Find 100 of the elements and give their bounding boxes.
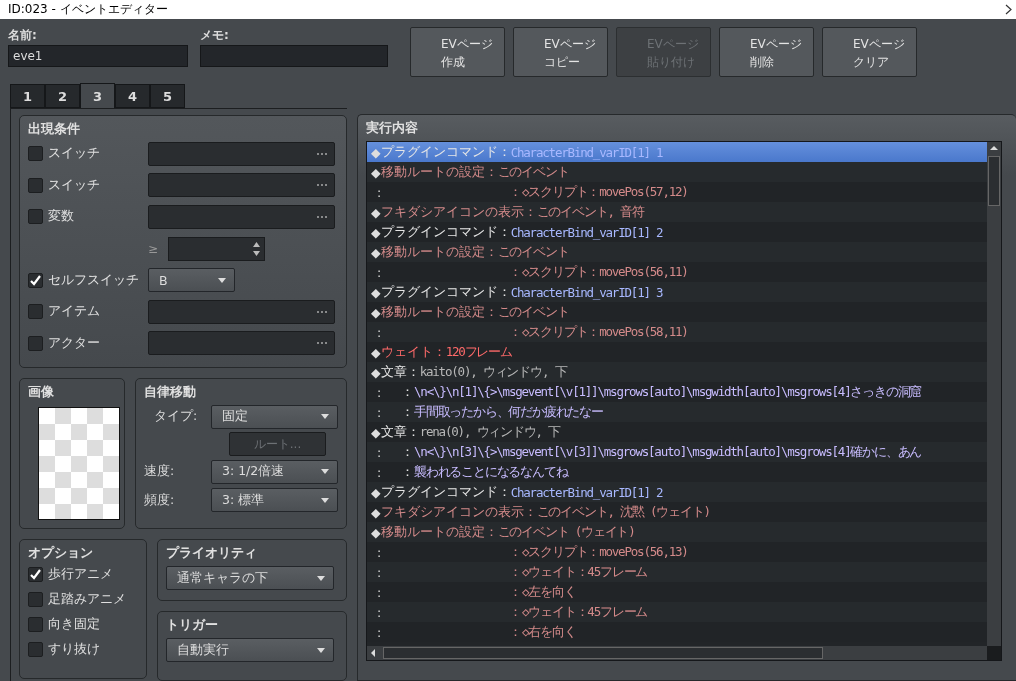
- tab[interactable]: 5: [150, 84, 185, 108]
- page-button[interactable]: EVページ 削除: [719, 27, 814, 77]
- command-row[interactable]: ◆移動ルートの設定：このイベント: [367, 242, 987, 262]
- row-marker: ◆: [371, 224, 381, 240]
- checkbox[interactable]: [28, 304, 43, 320]
- row-marker: :: [376, 444, 383, 460]
- picker-field[interactable]: [148, 141, 335, 166]
- ellipsis-icon: [316, 341, 328, 346]
- dropdown[interactable]: B: [148, 268, 235, 293]
- checkbox[interactable]: [28, 146, 43, 162]
- command-label: ：: [401, 463, 414, 481]
- field-label: 速度:: [144, 463, 175, 480]
- scrollbar-thumb[interactable]: [383, 647, 823, 659]
- group-title: オプション: [28, 544, 94, 562]
- page-button[interactable]: EVページ コピー: [513, 27, 608, 77]
- horizontal-scrollbar[interactable]: [367, 646, 987, 660]
- picker-field[interactable]: [148, 173, 335, 198]
- picker-field[interactable]: [148, 331, 335, 356]
- row-marker: :: [376, 464, 383, 480]
- checkbox[interactable]: [28, 567, 43, 582]
- number-field[interactable]: [168, 236, 266, 261]
- command-label: フキダシアイコンの表示：: [380, 203, 537, 221]
- command-row[interactable]: : ：手間取ったから、何だか疲れたなー: [367, 402, 987, 422]
- command-label: ：: [401, 383, 414, 401]
- command-value: ◇スクリプト：movePos(56,11): [522, 263, 688, 281]
- command-value: ◇スクリプト：movePos(57,12): [522, 183, 688, 201]
- command-row[interactable]: : ：◇ウェイト：45フレーム: [367, 602, 987, 622]
- row-marker: :: [376, 384, 383, 400]
- row-marker: ◆: [371, 164, 381, 180]
- command-label: フキダシアイコンの表示：: [380, 503, 537, 521]
- picker-field[interactable]: [148, 299, 335, 324]
- command-value: このイベント: [497, 163, 569, 181]
- row-marker: ◆: [371, 364, 381, 380]
- row-marker: :: [376, 604, 383, 620]
- image-slot[interactable]: [38, 407, 120, 520]
- dropdown[interactable]: 自動実行: [166, 638, 334, 662]
- row-marker: ◆: [371, 244, 381, 260]
- dropdown[interactable]: 固定: [211, 404, 338, 429]
- name-field[interactable]: eve1: [8, 45, 188, 67]
- command-value: CharacterBind_varID[1] 3: [510, 284, 663, 300]
- command-value: このイベント: [497, 303, 569, 321]
- command-label: ：: [509, 623, 522, 641]
- command-row[interactable]: ◆プラグインコマンド：CharacterBind_varID[1] 3: [367, 282, 987, 302]
- command-value: ◇スクリプト：movePos(58,11): [522, 323, 688, 341]
- checkbox[interactable]: [28, 642, 43, 657]
- row-marker: ◆: [371, 484, 381, 500]
- command-row[interactable]: ◆文章：kaito(0), ウィンドウ, 下: [367, 362, 987, 382]
- checkbox[interactable]: [28, 272, 43, 288]
- row-marker: ◆: [371, 344, 381, 360]
- command-row[interactable]: : ：◇スクリプト：movePos(58,11): [367, 322, 987, 342]
- checkbox-label: 足踏みアニメ: [48, 591, 126, 608]
- ellipsis-icon: [316, 183, 328, 188]
- checkbox[interactable]: [28, 335, 43, 351]
- memo-field[interactable]: [200, 45, 388, 67]
- ellipsis-icon: [316, 214, 328, 219]
- command-row[interactable]: : ：\n<\}\n[3]\{>\msgevent[\v[3]]\msgrows[auto]\msgwidth[auto]\msgrows[4]確かに、あん: [367, 442, 987, 462]
- tab[interactable]: 2: [45, 84, 80, 108]
- command-row[interactable]: : ：◇ウェイト：45フレーム: [367, 562, 987, 582]
- row-marker: ◆: [371, 204, 381, 220]
- command-label: 移動ルートの設定：: [380, 163, 498, 181]
- group-title: 自律移動: [144, 383, 197, 401]
- field-label: 名前:: [8, 27, 38, 43]
- command-value: このイベント (ウェイト): [497, 523, 635, 541]
- row-marker: :: [376, 564, 383, 580]
- field-label: タイプ:: [154, 408, 198, 425]
- command-row[interactable]: ◆移動ルートの設定：このイベント (ウェイト): [367, 522, 987, 542]
- command-label: プラグインコマンド：: [380, 283, 511, 301]
- command-value: \n<\}\n[1]\{>\msgevent[\v[1]]\msgrows[auto]\msgwidth[auto]\msgrows[4]さっきの洞窟: [414, 383, 922, 401]
- dropdown[interactable]: 3: 1/2倍速: [211, 459, 338, 484]
- checkbox[interactable]: [28, 209, 43, 225]
- picker-field[interactable]: [148, 204, 335, 229]
- command-label: ：: [509, 603, 522, 621]
- command-value: CharacterBind_varID[1] 2: [510, 224, 663, 240]
- tab[interactable]: 4: [115, 84, 150, 108]
- row-marker: ◆: [371, 304, 381, 320]
- tab[interactable]: 3: [80, 83, 115, 108]
- vertical-scrollbar[interactable]: [987, 142, 1001, 646]
- dropdown[interactable]: 3: 標準: [211, 488, 338, 512]
- command-label: ：: [401, 403, 414, 421]
- caret-icon: [321, 414, 329, 419]
- chevron-icon[interactable]: [1005, 4, 1012, 15]
- command-value: 120フレーム: [445, 343, 512, 361]
- row-marker: ◆: [371, 144, 381, 160]
- command-label: ：: [509, 323, 522, 341]
- scrollbar-thumb[interactable]: [988, 156, 1000, 206]
- dropdown[interactable]: 通常キャラの下: [166, 566, 334, 590]
- command-row[interactable]: ◆フキダシアイコンの表示：このイベント, 音符: [367, 202, 987, 222]
- page-button[interactable]: EVページ 作成: [410, 27, 505, 77]
- command-row[interactable]: ◆プラグインコマンド：CharacterBind_varID[1] 2: [367, 482, 987, 502]
- ellipsis-icon: [316, 151, 328, 156]
- command-row[interactable]: ◆移動ルートの設定：このイベント: [367, 162, 987, 182]
- tab[interactable]: 1: [10, 84, 45, 108]
- checkbox[interactable]: [28, 177, 43, 193]
- command-value: このイベント, 沈黙 (ウェイト): [536, 503, 710, 521]
- check-icon: [30, 569, 41, 580]
- checkbox-label: スイッチ: [48, 176, 100, 194]
- checkbox[interactable]: [28, 592, 43, 607]
- page-button[interactable]: EVページ クリア: [822, 27, 917, 77]
- checkbox-label: セルフスイッチ: [48, 271, 139, 289]
- checkbox[interactable]: [28, 617, 43, 632]
